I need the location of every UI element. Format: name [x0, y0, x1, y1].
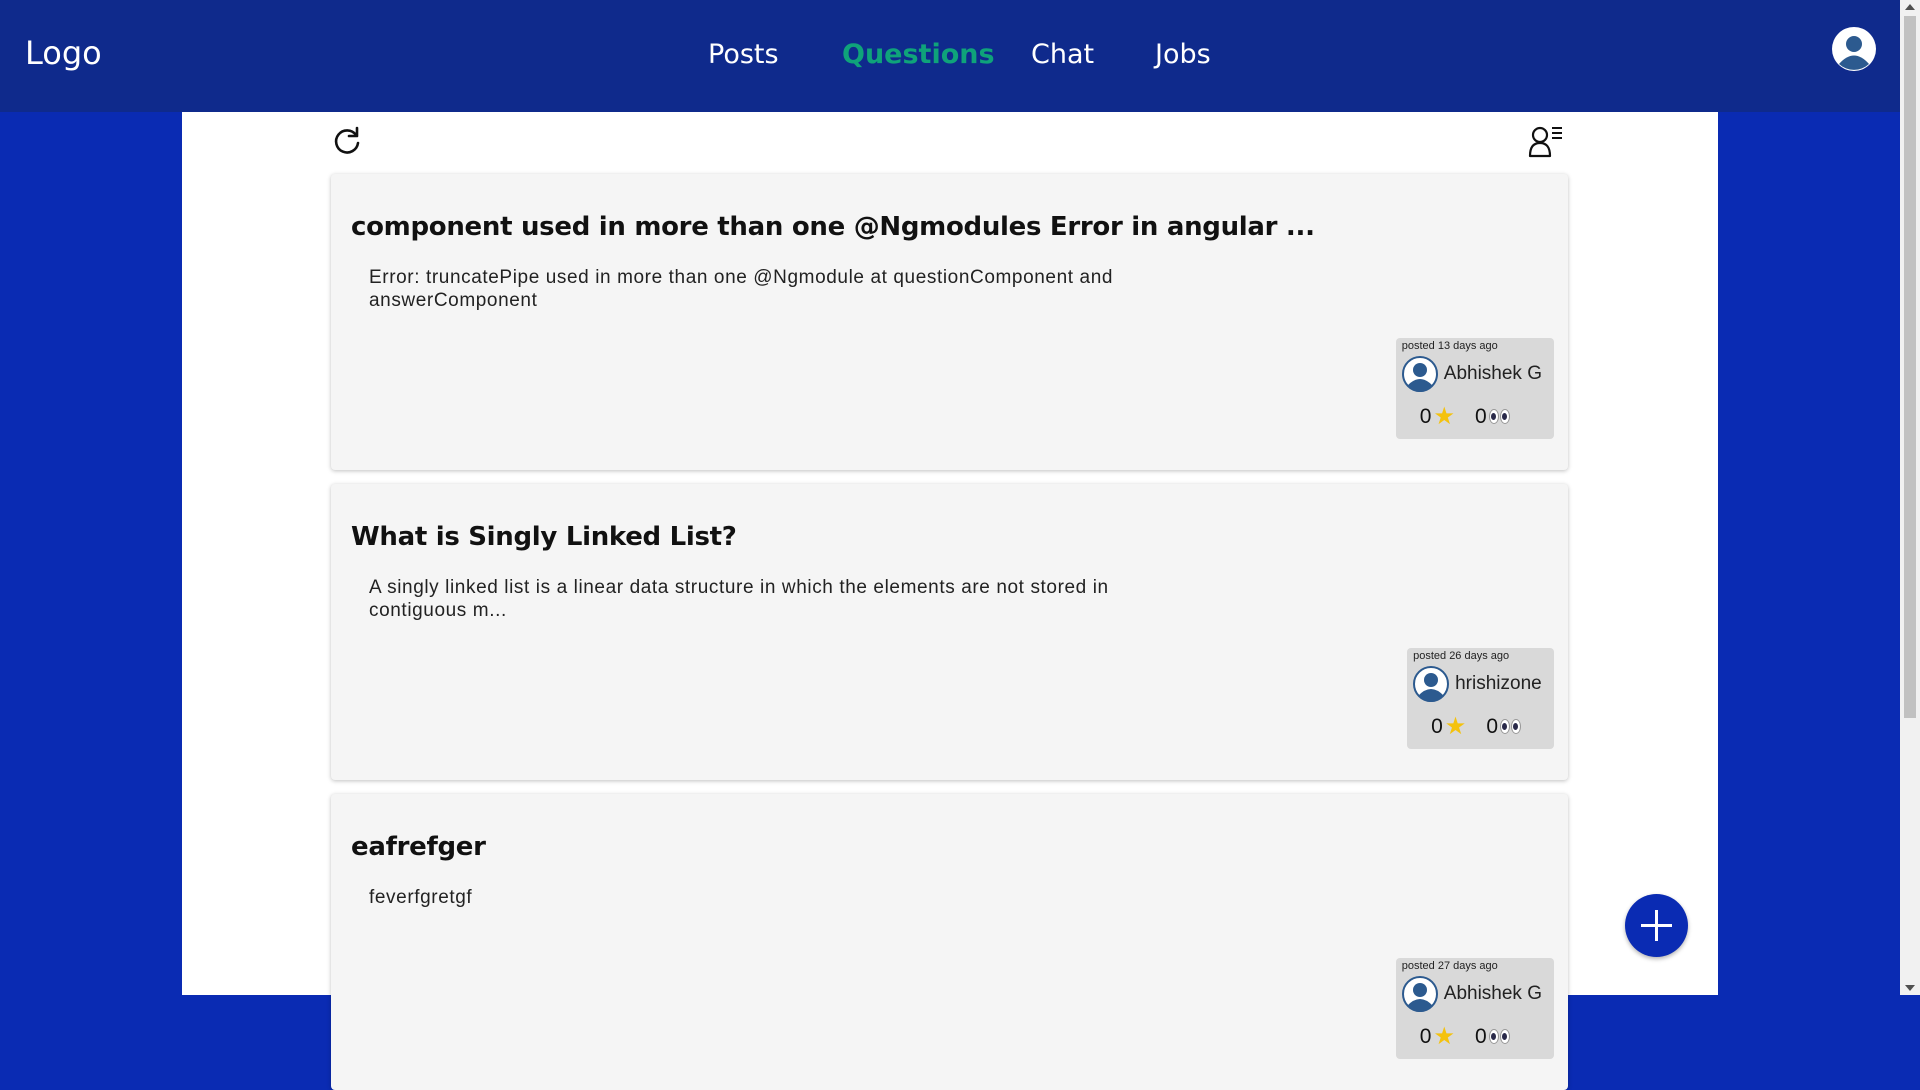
- view-count-value: 0: [1474, 1024, 1487, 1048]
- star-icon: ★: [1433, 1023, 1455, 1050]
- star-count: 0 ★: [1420, 1022, 1455, 1051]
- author[interactable]: hrishizone: [1413, 666, 1542, 702]
- user-avatar-icon[interactable]: [1832, 27, 1876, 71]
- nav-chat[interactable]: Chat: [1031, 39, 1094, 70]
- nav-questions[interactable]: Questions: [842, 39, 995, 70]
- question-card[interactable]: eafrefger feverfgretgf posted 27 days ag…: [331, 794, 1568, 1090]
- view-count-value: 0: [1474, 404, 1487, 428]
- author-avatar-icon: [1401, 976, 1438, 1012]
- view-count-value: 0: [1486, 714, 1498, 738]
- nav-posts[interactable]: Posts: [708, 39, 779, 70]
- refresh-icon[interactable]: [332, 126, 362, 156]
- star-count: 0 ★: [1431, 712, 1466, 741]
- posted-time: posted 13 days ago: [1401, 340, 1498, 352]
- add-question-button[interactable]: [1625, 894, 1688, 957]
- question-meta: posted 27 days ago Abhishek G 0 ★ 0: [1395, 958, 1554, 1059]
- logo[interactable]: Logo: [25, 34, 102, 72]
- star-icon: ★: [1433, 403, 1455, 430]
- author-avatar-icon: [1413, 666, 1450, 702]
- star-count-value: 0: [1431, 714, 1443, 738]
- question-card[interactable]: component used in more than one @Ngmodul…: [331, 174, 1568, 470]
- author-name: hrishizone: [1455, 673, 1542, 694]
- scroll-down-icon[interactable]: [1905, 985, 1915, 991]
- question-stats: 0 ★ 0: [1413, 712, 1542, 741]
- star-count-value: 0: [1419, 1024, 1432, 1048]
- question-stats: 0 ★ 0: [1402, 402, 1542, 431]
- top-navbar: Logo Posts Questions Chat Jobs: [0, 0, 1900, 112]
- star-count: 0 ★: [1420, 402, 1455, 431]
- user-list-filter-icon[interactable]: [1528, 124, 1564, 158]
- question-title[interactable]: component used in more than one @Ngmodul…: [351, 212, 1315, 242]
- question-body: feverfgretgf: [369, 887, 473, 908]
- vertical-scrollbar[interactable]: [1900, 0, 1920, 995]
- question-body: Error: truncatePipe used in more than on…: [369, 267, 1114, 311]
- view-count: 0: [1475, 1025, 1511, 1049]
- question-title[interactable]: eafrefger: [351, 832, 486, 862]
- eyes-icon: [1488, 1029, 1511, 1044]
- view-count: 0: [1486, 715, 1522, 739]
- author[interactable]: Abhishek G: [1401, 356, 1542, 392]
- eyes-icon: [1488, 409, 1511, 424]
- author[interactable]: Abhishek G: [1401, 976, 1542, 1012]
- view-count: 0: [1475, 405, 1511, 429]
- question-title[interactable]: What is Singly Linked List?: [351, 522, 737, 552]
- question-body: A singly linked list is a linear data st…: [369, 577, 1109, 621]
- question-meta: posted 26 days ago hrishizone 0 ★ 0: [1407, 648, 1554, 749]
- author-name: Abhishek G: [1443, 983, 1542, 1004]
- question-meta: posted 13 days ago Abhishek G 0 ★ 0: [1395, 338, 1554, 439]
- posted-time: posted 27 days ago: [1401, 960, 1498, 972]
- eyes-icon: [1500, 719, 1522, 734]
- author-avatar-icon: [1401, 356, 1438, 392]
- question-card[interactable]: What is Singly Linked List? A singly lin…: [331, 484, 1568, 780]
- questions-panel: component used in more than one @Ngmodul…: [182, 112, 1718, 1090]
- author-name: Abhishek G: [1443, 363, 1542, 384]
- star-count-value: 0: [1419, 404, 1432, 428]
- nav-jobs[interactable]: Jobs: [1155, 39, 1211, 70]
- question-stats: 0 ★ 0: [1402, 1022, 1542, 1051]
- star-icon: ★: [1444, 713, 1467, 740]
- scroll-up-icon[interactable]: [1905, 4, 1915, 10]
- posted-time: posted 26 days ago: [1413, 650, 1510, 662]
- scroll-thumb[interactable]: [1904, 16, 1916, 718]
